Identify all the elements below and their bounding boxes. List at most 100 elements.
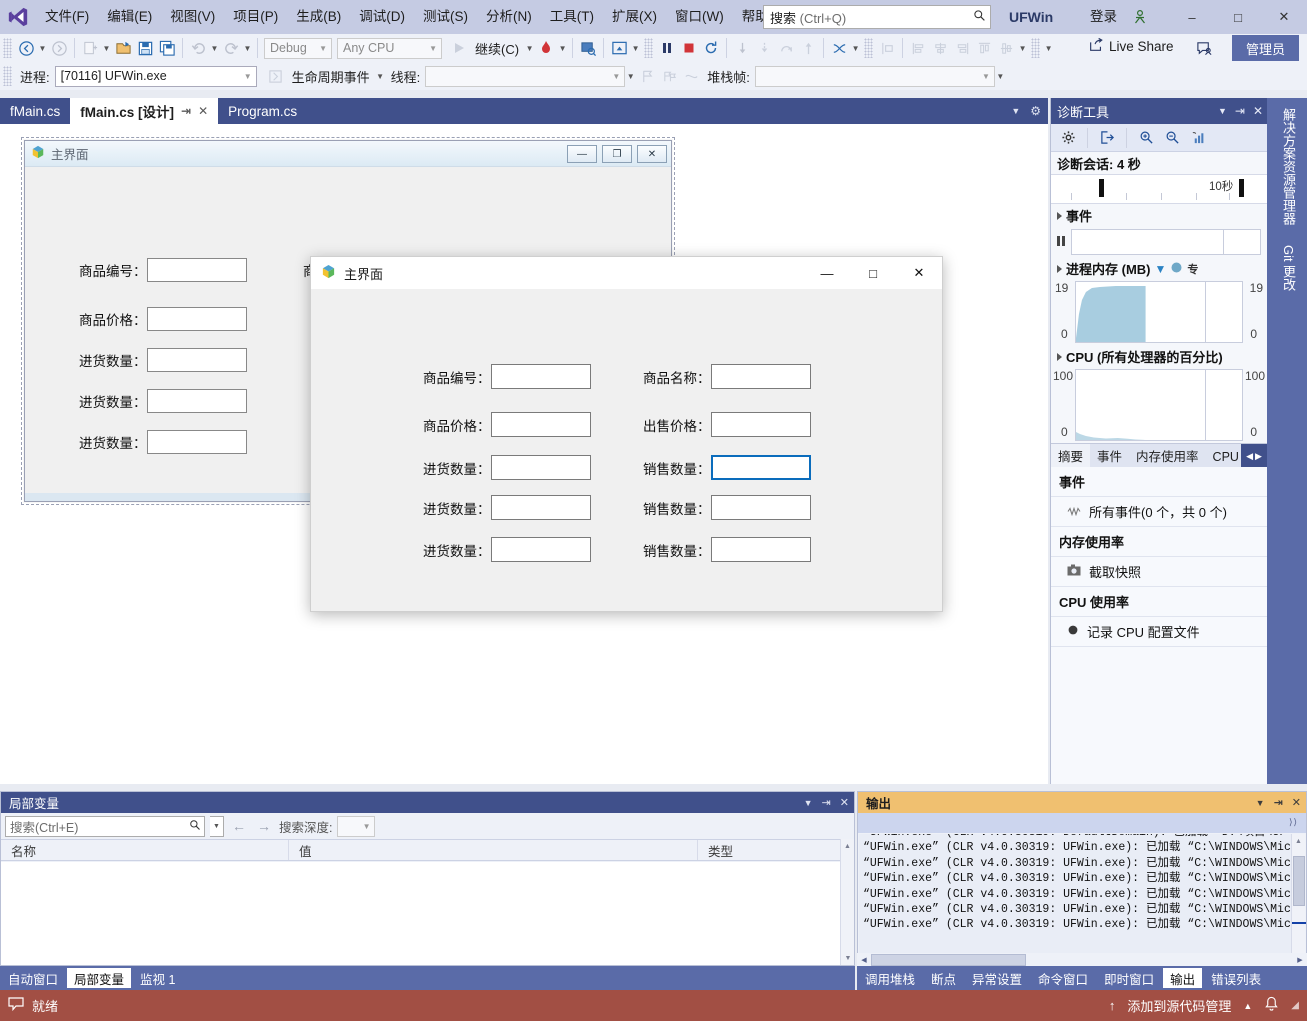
chevron-down-icon[interactable]: ▼	[804, 798, 813, 808]
tab-fmain-cs-design[interactable]: fMain.cs [设计] ⇥ ✕	[70, 98, 219, 124]
cpu-usage-chart[interactable]	[1075, 369, 1243, 441]
arrow-right-icon[interactable]: →	[254, 818, 274, 834]
chart-icon[interactable]	[1187, 127, 1209, 149]
align-right-icon[interactable]	[951, 37, 973, 59]
toolbar-overflow-icon[interactable]: ⟩⟩	[1289, 817, 1298, 828]
scroll-down-arrow-icon[interactable]: ▼	[841, 951, 855, 965]
field-input-sales-qty-2[interactable]	[710, 495, 811, 520]
field-input-product-price[interactable]	[490, 412, 591, 437]
bottom-tab-breakpoints[interactable]: 断点	[924, 968, 963, 988]
diagnostic-memory-section[interactable]: 进程内存 (MB) ▼ 专	[1051, 257, 1267, 280]
arrow-up-icon[interactable]: ↑	[1109, 998, 1116, 1013]
toolbar-grip-2[interactable]	[644, 38, 654, 58]
designer-minimize-button[interactable]: —	[567, 145, 597, 163]
locals-search-input[interactable]: 搜索(Ctrl+E)	[5, 815, 205, 837]
align-left-icon[interactable]	[907, 37, 929, 59]
field-input-product-id[interactable]	[490, 364, 591, 389]
diag-tab-summary[interactable]: 摘要	[1051, 444, 1091, 467]
add-to-source-control-button[interactable]: 添加到源代码管理	[1127, 996, 1231, 1015]
designer-field-input[interactable]	[146, 430, 247, 454]
events-track[interactable]	[1071, 229, 1261, 255]
hscroll-thumb[interactable]	[871, 954, 1026, 966]
summary-item-record-cpu[interactable]: 记录 CPU 配置文件	[1051, 617, 1267, 647]
menu-build[interactable]: 生成(B)	[287, 0, 350, 34]
bottom-tab-immediate-window[interactable]: 即时窗口	[1097, 968, 1161, 988]
output-horizontal-scrollbar[interactable]: ◀ ▶	[857, 953, 1307, 967]
scroll-left-arrow-icon[interactable]: ◀	[857, 956, 871, 964]
scroll-right-arrow-icon[interactable]: ▶	[1293, 956, 1307, 964]
field-input-sales-qty-3[interactable]	[710, 537, 811, 562]
locals-column-value[interactable]: 值	[289, 840, 698, 860]
locals-vertical-scrollbar[interactable]: ▲ ▼	[840, 839, 854, 965]
notification-bell-icon[interactable]	[1264, 996, 1279, 1015]
stop-icon[interactable]	[678, 37, 700, 59]
hot-reload-icon[interactable]	[535, 37, 557, 59]
continue-dropdown[interactable]: ▼	[524, 37, 535, 59]
diag-tab-events[interactable]: 事件	[1090, 444, 1129, 467]
running-form-maximize-button[interactable]: □	[850, 257, 896, 289]
bottom-tab-error-list[interactable]: 错误列表	[1204, 968, 1268, 988]
nav-back-dropdown[interactable]: ▼	[37, 37, 48, 59]
live-preview-icon[interactable]	[608, 37, 630, 59]
navigate-back-icon[interactable]	[15, 37, 37, 59]
bottom-tab-exception-settings[interactable]: 异常设置	[965, 968, 1029, 988]
chevron-down-icon[interactable]: ▼	[1256, 798, 1265, 808]
designer-maximize-button[interactable]: ❐	[602, 145, 632, 163]
align-middle-icon[interactable]	[995, 37, 1017, 59]
locals-column-type[interactable]: 类型	[698, 840, 854, 860]
gear-icon[interactable]	[1057, 127, 1079, 149]
designer-field-input[interactable]	[146, 258, 247, 282]
filter-down-icon[interactable]: ▼	[1155, 262, 1167, 276]
zoom-out-icon[interactable]	[1161, 127, 1183, 149]
process-memory-chart[interactable]	[1075, 281, 1243, 343]
minimize-button[interactable]: –	[1169, 0, 1215, 34]
menu-extensions[interactable]: 扩展(X)	[603, 0, 666, 34]
align-dropdown[interactable]: ▼	[1017, 37, 1028, 59]
field-input-sales-qty-1[interactable]	[710, 455, 811, 480]
search-threads-icon[interactable]	[680, 65, 702, 87]
resize-grip-icon[interactable]: ◢	[1291, 1000, 1299, 1011]
diag-tab-memory-usage[interactable]: 内存使用率	[1129, 444, 1206, 467]
close-icon[interactable]: ✕	[1253, 104, 1263, 118]
bottom-tab-watch1[interactable]: 监视 1	[133, 968, 182, 988]
close-icon[interactable]: ✕	[198, 104, 208, 118]
field-input-sell-price[interactable]	[710, 412, 811, 437]
diagnostic-timeline-ruler[interactable]: 10秒	[1051, 174, 1267, 204]
designer-field-input[interactable]	[146, 307, 247, 331]
scroll-up-arrow-icon[interactable]: ▲	[1292, 834, 1305, 848]
toolbar-grip-3[interactable]	[864, 38, 874, 58]
tab-program-cs[interactable]: Program.cs	[218, 98, 308, 124]
output-vertical-scrollbar[interactable]: ▲ ▼	[1291, 834, 1306, 964]
open-file-icon[interactable]	[112, 37, 134, 59]
live-preview-dropdown[interactable]: ▼	[630, 37, 641, 59]
step-out-icon[interactable]	[775, 37, 797, 59]
overflow-dropdown[interactable]: ▼	[1043, 37, 1054, 59]
new-item-icon[interactable]	[79, 37, 101, 59]
summary-item-all-events[interactable]: 所有事件(0 个，共 0 个)	[1051, 497, 1267, 527]
pause-icon[interactable]	[656, 37, 678, 59]
thread-overflow[interactable]: ▼	[625, 65, 636, 87]
menu-analyze[interactable]: 分析(N)	[477, 0, 541, 34]
undo-dropdown[interactable]: ▼	[209, 37, 220, 59]
redo-icon[interactable]	[220, 37, 242, 59]
redo-dropdown[interactable]: ▼	[242, 37, 253, 59]
attach-process-icon[interactable]	[577, 37, 599, 59]
stackframe-combo[interactable]: ▼	[754, 65, 995, 87]
sign-in-button[interactable]: 登录	[1090, 0, 1117, 34]
solution-configuration-combo[interactable]: Debug ▼	[264, 37, 332, 59]
flag-all-icon[interactable]	[658, 65, 680, 87]
hot-reload-dropdown[interactable]: ▼	[557, 37, 568, 59]
designer-close-button[interactable]: ✕	[637, 145, 667, 163]
menu-file[interactable]: 文件(F)	[36, 0, 98, 34]
menu-tools[interactable]: 工具(T)	[541, 0, 603, 34]
chevron-left-icon[interactable]: ◀	[1246, 451, 1253, 462]
start-debug-icon[interactable]	[448, 37, 470, 59]
admin-badge[interactable]: 管理员	[1231, 35, 1299, 61]
lifecycle-dropdown[interactable]: ▼	[375, 65, 386, 87]
output-scroll-thumb[interactable]	[1293, 856, 1305, 906]
menu-window[interactable]: 窗口(W)	[666, 0, 733, 34]
arrow-left-icon[interactable]: ←	[229, 818, 249, 834]
field-input-purchase-qty-1[interactable]	[490, 455, 591, 480]
running-form-close-button[interactable]: ✕	[896, 257, 942, 289]
solution-platform-combo[interactable]: Any CPU ▼	[337, 37, 442, 59]
